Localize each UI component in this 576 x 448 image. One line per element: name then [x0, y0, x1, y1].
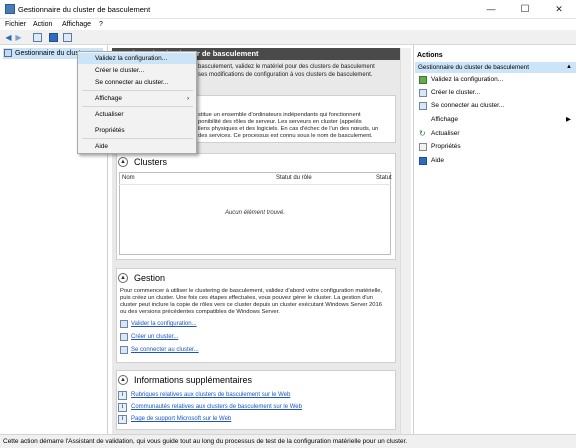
topics-web-link[interactable]: Rubriques relatives aux clusters de basc… [131, 391, 290, 399]
minimize-button[interactable]: — [474, 0, 508, 19]
collapse-arrow-icon[interactable]: ▲ [566, 63, 572, 72]
context-create-cluster[interactable]: Créer le cluster... [95, 66, 144, 75]
cluster-icon [4, 49, 12, 57]
create-cluster-icon [419, 89, 427, 97]
help-icon[interactable] [49, 33, 58, 42]
management-text-line-3: cluster peut inclure la copie de rôles v… [120, 302, 382, 308]
clusters-title: Clusters [134, 157, 168, 167]
communities-web-link[interactable]: Communautés relatives aux clusters de ba… [131, 403, 302, 411]
action-connect-cluster[interactable]: Se connecter au cluster... [431, 101, 504, 110]
menu-affichage[interactable]: Affichage [62, 20, 91, 29]
actions-group-label: Gestionnaire du cluster de basculement [418, 64, 529, 71]
status-bar: Cette action démarre l'Assistant de vali… [0, 434, 576, 448]
action-view[interactable]: Affichage [431, 115, 458, 124]
action-refresh[interactable]: Actualiser [431, 129, 460, 138]
management-text-line-4: ou des versions précédentes compatibles … [120, 309, 280, 315]
center-scrollbar[interactable] [400, 48, 411, 434]
toolbar [0, 30, 576, 45]
validate-configuration-link[interactable]: Valider la configuration... [131, 320, 197, 328]
support-page-link[interactable]: Page de support Microsoft sur le Web [131, 415, 231, 423]
properties-icon [419, 143, 427, 151]
maximize-button[interactable]: ☐ [508, 0, 542, 19]
show-hide-actions-icon[interactable] [63, 33, 72, 42]
action-validate[interactable]: Validez la configuration... [431, 75, 503, 84]
info-icon: i [118, 403, 127, 412]
context-separator [82, 90, 193, 91]
overview-line-2: ponibilité des rôles de serveur. Les ser… [198, 119, 362, 125]
management-text-line-1: Pour commencer à utiliser le clustering … [120, 288, 383, 294]
context-properties[interactable]: Propriétés [95, 126, 125, 135]
context-connect-cluster[interactable]: Se connecter au cluster... [95, 78, 168, 87]
column-divider [119, 184, 391, 185]
overview-line-3: liens physiques et des logiciels. En cas… [198, 126, 379, 132]
menu-action[interactable]: Action [33, 20, 52, 29]
menu-fichier[interactable]: Fichier [5, 20, 26, 29]
window-title: Gestionnaire du cluster de basculement [18, 5, 151, 14]
actions-title: Actions [417, 52, 443, 59]
info-icon: i [118, 391, 127, 400]
action-help[interactable]: Aide [431, 156, 444, 165]
column-header-name[interactable]: Nom [122, 175, 135, 182]
management-text-line-2: puis créez un cluster. Une fois ces étap… [120, 295, 373, 301]
arrow-left-icon[interactable]: ◀ [4, 33, 13, 42]
context-separator [82, 138, 193, 139]
collapse-chevron-icon[interactable]: ▲ [118, 273, 128, 283]
show-hide-tree-icon[interactable] [33, 33, 42, 42]
connect-cluster-icon [419, 102, 427, 110]
collapse-chevron-icon[interactable]: ▲ [118, 375, 128, 385]
collapse-chevron-icon[interactable]: ▲ [118, 157, 128, 167]
action-properties[interactable]: Propriétés [431, 142, 461, 151]
connect-cluster-icon [120, 346, 128, 354]
overview-line-1: stitue un ensemble d'ordinateurs indépen… [198, 112, 361, 118]
context-refresh[interactable]: Actualiser [95, 110, 124, 119]
context-separator [82, 106, 193, 107]
context-view[interactable]: Affichage [95, 94, 122, 103]
intro-line-1: basculement, validez le matériel pour de… [198, 64, 375, 70]
tree-item-label: Gestionnaire du cluster de basculement [15, 50, 85, 57]
create-cluster-icon [120, 333, 128, 341]
cluster-manager-app-icon [5, 4, 15, 14]
validate-icon [120, 320, 128, 328]
management-title: Gestion [134, 273, 166, 283]
info-icon: i [118, 415, 127, 424]
arrow-right-icon[interactable]: ▶ [14, 33, 23, 42]
empty-list-message: Aucun élément trouvé. [224, 210, 286, 216]
column-header-role-status[interactable]: Statut du rôle [276, 175, 312, 182]
submenu-arrow-icon: › [187, 95, 190, 102]
validate-icon [419, 76, 427, 84]
close-button[interactable]: ✕ [542, 0, 576, 19]
connect-cluster-link[interactable]: Se connecter au cluster... [131, 346, 199, 354]
column-header-status[interactable]: Statut [376, 175, 392, 182]
action-create-cluster[interactable]: Créer le cluster... [431, 88, 480, 97]
intro-line-2: ses modifications de configuration à vos… [198, 72, 373, 78]
context-help[interactable]: Aide [95, 142, 108, 151]
submenu-arrow-icon: ▶ [566, 116, 571, 123]
context-validate[interactable]: Validez la configuration... [95, 54, 167, 63]
create-cluster-link[interactable]: Créer un cluster... [131, 333, 178, 341]
help-icon [419, 157, 427, 165]
overview-line-4: des services. Ce processus est connu sou… [198, 133, 373, 139]
more-info-title: Informations supplémentaires [134, 375, 253, 385]
menu-help[interactable]: ? [99, 20, 103, 29]
refresh-icon: ↻ [419, 129, 426, 138]
